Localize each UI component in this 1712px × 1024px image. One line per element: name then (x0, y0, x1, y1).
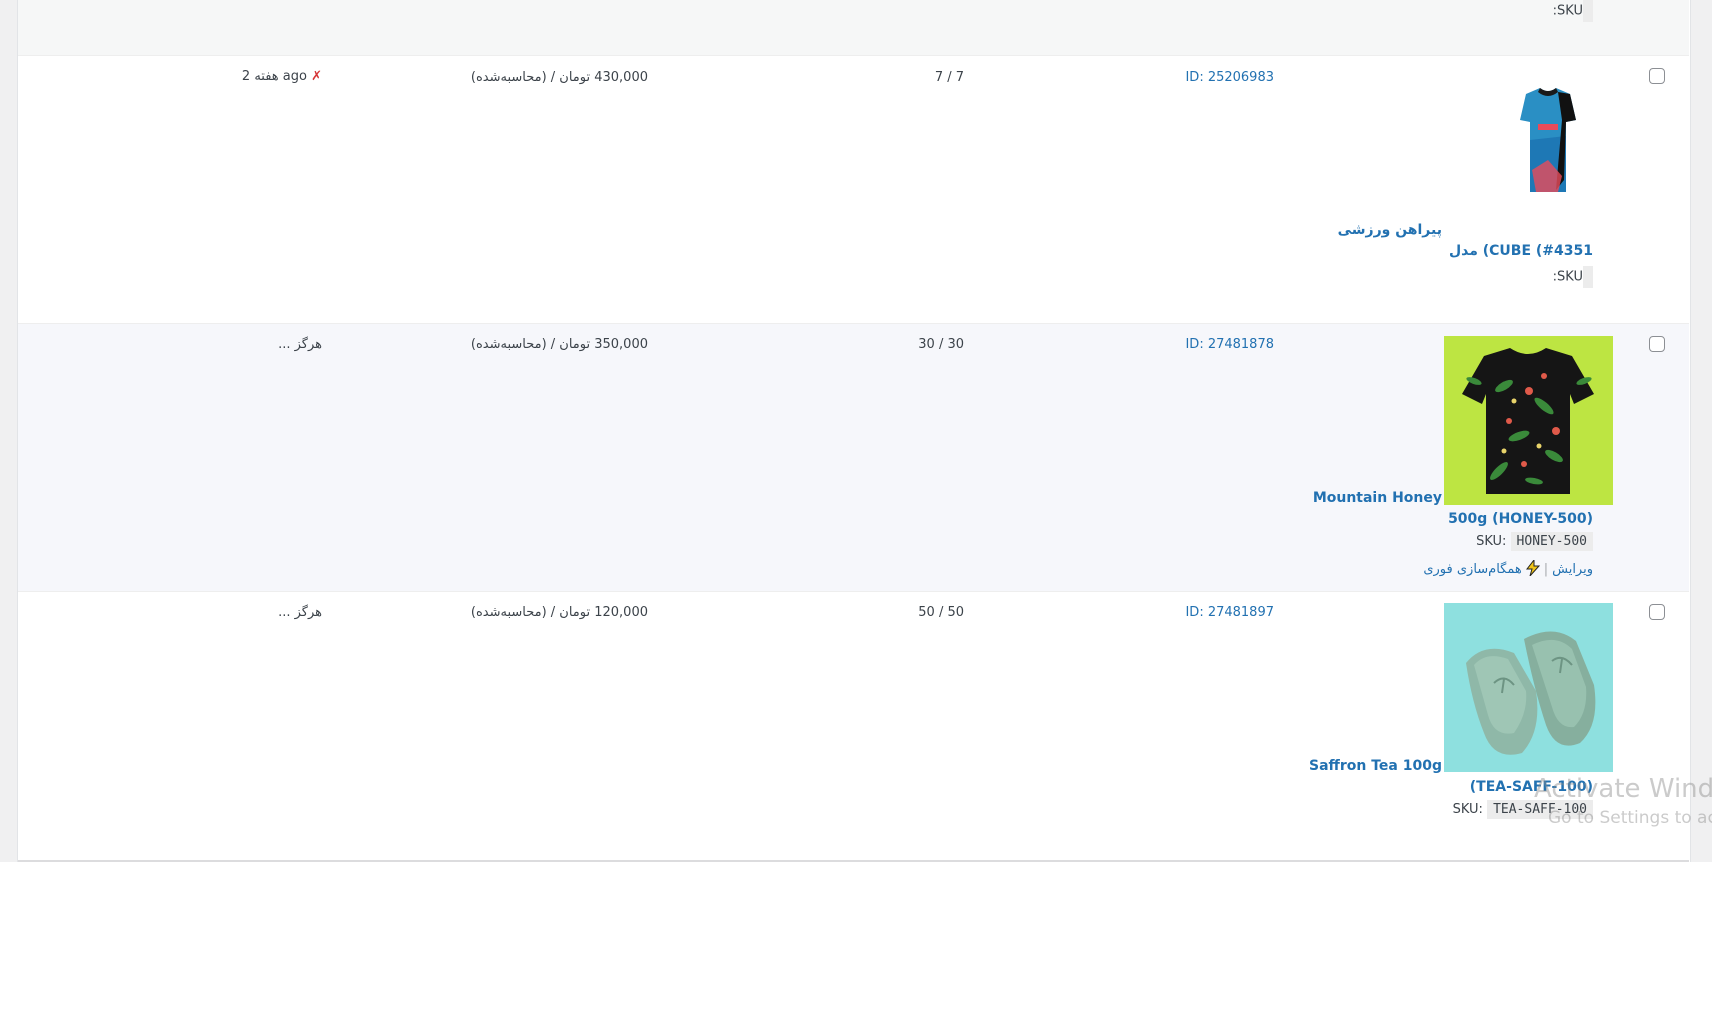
sku-line: :SKU (1553, 266, 1593, 288)
table-bottom-border (18, 860, 1689, 862)
error-x-icon: ✗ (311, 69, 322, 84)
sync-text: 2 هفته ago (241, 69, 307, 84)
products-table: :SKU پیراهن ورزشی مدل (CUBE (#4351 :SKU … (18, 0, 1689, 862)
row-checkbox[interactable] (1649, 68, 1665, 84)
product-thumbnail[interactable] (1488, 80, 1608, 200)
edit-link[interactable]: ویرایش (1552, 562, 1593, 577)
parent-product-link[interactable]: پیراهن ورزشی (1278, 222, 1442, 238)
admin-sidebar-edge (0, 0, 18, 862)
table-row-partial: :SKU (18, 0, 1689, 56)
activate-windows-hint: Go to Settings to activate Windows. (1548, 808, 1712, 828)
last-sync-cell: 2 هفته ago ✗ (242, 69, 322, 84)
sync-now-link[interactable]: همگام‌سازی فوری (1423, 558, 1540, 580)
sku-value (1583, 266, 1593, 288)
table-row: Saffron Tea 100g (TEA-SAFF-100) SKU: TEA… (18, 591, 1689, 861)
last-sync-cell: ... هرگز (278, 605, 322, 620)
table-row: پیراهن ورزشی مدل (CUBE (#4351 :SKU ID: 2… (18, 55, 1689, 324)
stock-cell: 30 / 30 (918, 337, 964, 352)
stock-cell: 50 / 50 (918, 605, 964, 620)
price-cell: 120,000 تومان / (محاسبه‌شده) (470, 605, 648, 620)
sku-line: :SKU (1553, 0, 1593, 22)
sku-line: SKU: HONEY-500 (1476, 532, 1593, 551)
activate-windows-title: Activate Windows (1534, 774, 1712, 804)
table-row: Mountain Honey 500g (HONEY-500) SKU: HON… (18, 323, 1689, 592)
row-checkbox[interactable] (1649, 336, 1665, 352)
product-title-link[interactable]: مدل (CUBE (#4351 (1449, 243, 1593, 259)
action-separator: | (1543, 562, 1549, 577)
page-right-edge (1690, 0, 1712, 862)
product-id-link[interactable]: ID: 27481897 (1185, 605, 1274, 620)
parent-product-link[interactable]: Mountain Honey (1278, 490, 1442, 506)
product-title-link[interactable]: 500g (HONEY-500) (1448, 511, 1593, 527)
product-id-link[interactable]: ID: 27481878 (1185, 337, 1274, 352)
price-cell: 430,000 تومان / (محاسبه‌شده) (470, 70, 648, 85)
product-thumbnail[interactable] (1444, 603, 1613, 772)
sku-value (1583, 0, 1593, 22)
sku-value: HONEY-500 (1510, 532, 1593, 551)
row-checkbox[interactable] (1649, 604, 1665, 620)
lightning-icon (1525, 558, 1540, 580)
product-thumbnail[interactable] (1444, 336, 1613, 505)
last-sync-cell: ... هرگز (278, 337, 322, 352)
stock-cell: 7 / 7 (934, 70, 964, 85)
parent-product-link[interactable]: Saffron Tea 100g (1278, 758, 1442, 774)
price-cell: 350,000 تومان / (محاسبه‌شده) (470, 337, 648, 352)
row-actions: ویرایش|همگام‌سازی فوری (1423, 558, 1593, 580)
product-id-link[interactable]: ID: 25206983 (1185, 70, 1274, 85)
